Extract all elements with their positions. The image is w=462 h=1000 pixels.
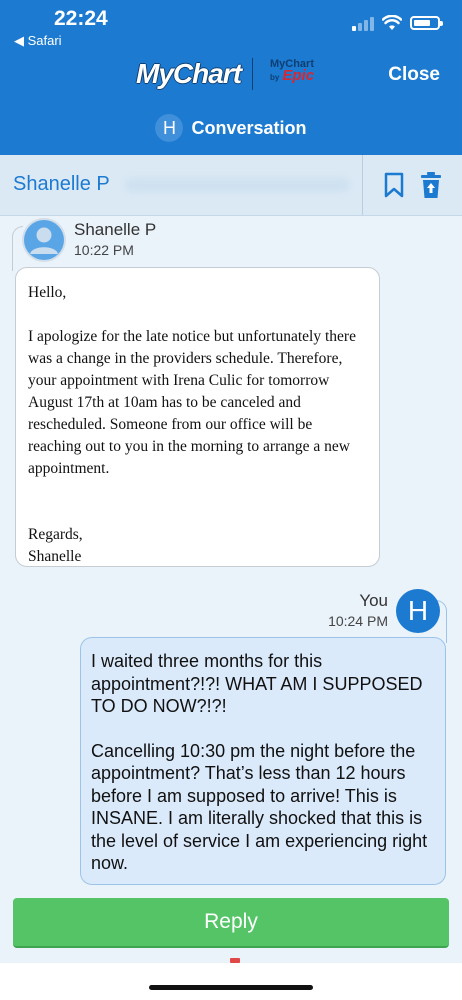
reply-timestamp: 10:24 PM [328, 613, 388, 629]
status-time: 22:24 [54, 7, 108, 30]
person-icon [24, 220, 64, 260]
incoming-message-bubble: Hello, I apologize for the late notice b… [15, 267, 380, 567]
thread-participant-name: Shanelle P [13, 173, 110, 195]
subheader-divider [362, 155, 363, 215]
close-button[interactable]: Close [388, 64, 440, 86]
conversation-title: Conversation [191, 117, 307, 138]
home-indicator[interactable] [149, 985, 313, 990]
conversation-title-row: H Conversation [0, 112, 462, 144]
conversation-avatar: H [155, 114, 184, 142]
app-header: 22:24 ◀ Safari MyChart MyChart by Epic C… [0, 0, 462, 155]
wifi-icon [382, 15, 402, 30]
outgoing-message-bubble: I waited three months for this appointme… [80, 637, 446, 885]
user-avatar: H [396, 589, 440, 633]
back-to-safari-link[interactable]: ◀ Safari [14, 33, 62, 49]
bookmark-icon[interactable] [383, 172, 405, 198]
cellular-signal-icon [352, 15, 374, 31]
message-sender-name: Shanelle P [74, 220, 157, 239]
status-icons [352, 13, 443, 33]
logo-divider [252, 58, 253, 90]
reply-paragraph-1: I waited three months for this appointme… [91, 651, 423, 716]
reply-sender-name: You [359, 591, 388, 610]
trash-icon[interactable] [420, 171, 442, 199]
reply-button[interactable]: Reply [13, 898, 449, 948]
epic-logo-brand: Epic [282, 67, 315, 84]
epic-logo-by: by [269, 73, 280, 82]
epic-logo: MyChart by Epic [262, 58, 322, 84]
sender-avatar [22, 218, 66, 262]
message-timestamp: 10:22 PM [74, 242, 134, 258]
message-closing: Regards, [28, 526, 83, 543]
mychart-logo: MyChart [136, 58, 242, 89]
reply-paragraph-2: Cancelling 10:30 pm the night before the… [91, 740, 428, 874]
thread-subheader: Shanelle P [0, 155, 462, 216]
message-thread-line [12, 226, 23, 271]
message-greeting: Hello, [28, 284, 67, 301]
message-body: I apologize for the late notice but unfo… [28, 328, 356, 477]
bottom-safe-area [0, 963, 462, 1000]
message-signature: Shanelle [28, 548, 82, 565]
battery-icon [410, 16, 443, 30]
redacted-subject [125, 178, 350, 192]
